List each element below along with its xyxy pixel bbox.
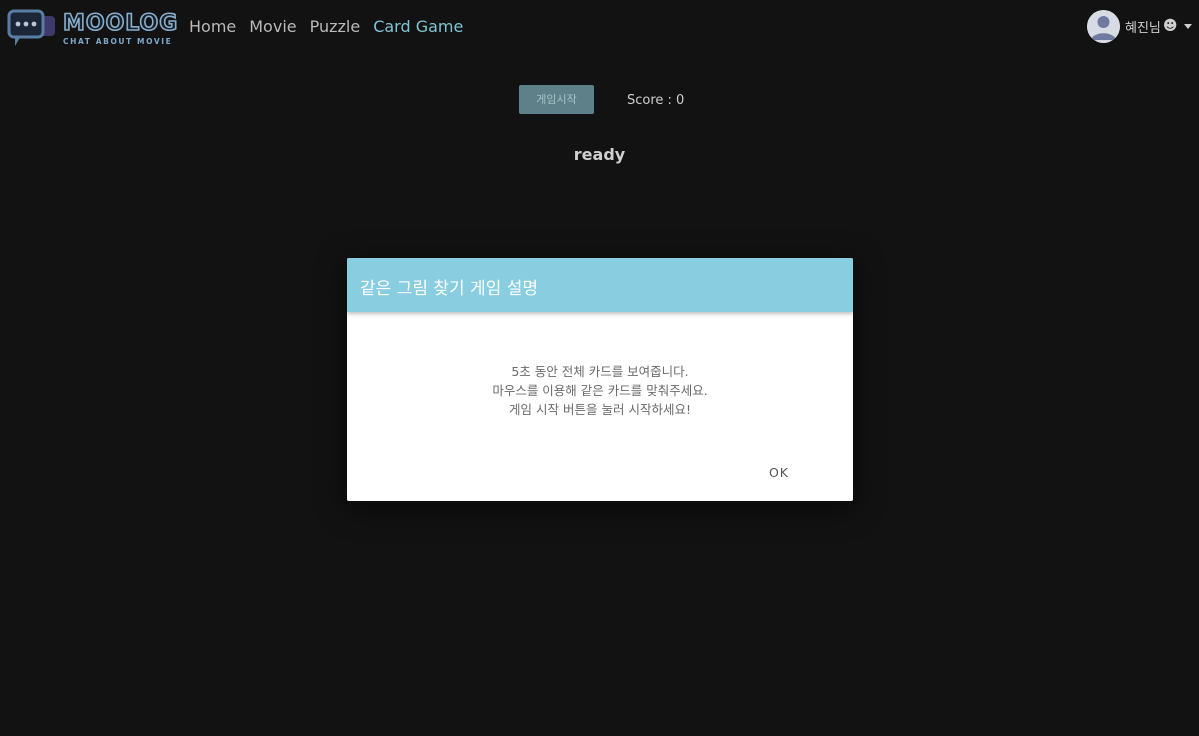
nav-link-movie[interactable]: Movie — [249, 16, 296, 38]
dialog-body: 5초 동안 전체 카드를 보여줍니다. 마우스를 이용해 같은 카드를 맞춰주세… — [347, 362, 853, 419]
dialog-line: 게임 시작 버튼을 눌러 시작하세요! — [509, 402, 691, 417]
chat-bubble-logo-icon — [7, 9, 55, 46]
navbar: MOOLOG CHAT ABOUT MOVIE Home Movie Puzzl… — [0, 0, 1199, 56]
ok-button[interactable]: OK — [755, 458, 803, 486]
nav-links: Home Movie Puzzle Card Game — [189, 16, 476, 38]
dialog-header: 같은 그림 찾기 게임 설명 — [347, 258, 853, 312]
nav-link-card-game[interactable]: Card Game — [373, 16, 463, 38]
score-display: Score : 0 — [627, 93, 685, 108]
chevron-down-icon — [1183, 23, 1192, 29]
user-name: 혜진님 — [1125, 20, 1161, 36]
logo-wordmark: MOOLOG — [62, 11, 179, 37]
user-menu[interactable]: 혜진님 ☻ — [1087, 9, 1192, 43]
dialog-title: 같은 그림 찾기 게임 설명 — [360, 279, 539, 299]
logo-tagline: CHAT ABOUT MOVIE — [63, 37, 173, 46]
page: MOOLOG CHAT ABOUT MOVIE Home Movie Puzzl… — [0, 0, 1199, 736]
nav-link-home[interactable]: Home — [189, 16, 236, 38]
logo[interactable]: MOOLOG CHAT ABOUT MOVIE — [7, 8, 179, 52]
start-game-button[interactable]: 게임시작 — [519, 85, 594, 114]
nav-link-puzzle[interactable]: Puzzle — [310, 16, 361, 38]
game-status: ready — [573, 145, 626, 164]
user-avatar-icon — [1087, 9, 1120, 43]
smile-icon: ☻ — [1162, 18, 1178, 34]
instructions-dialog: 같은 그림 찾기 게임 설명 5초 동안 전체 카드를 보여줍니다. 마우스를 … — [347, 258, 853, 501]
dialog-line: 마우스를 이용해 같은 카드를 맞춰주세요. — [492, 383, 708, 398]
dialog-line: 5초 동안 전체 카드를 보여줍니다. — [511, 364, 689, 379]
